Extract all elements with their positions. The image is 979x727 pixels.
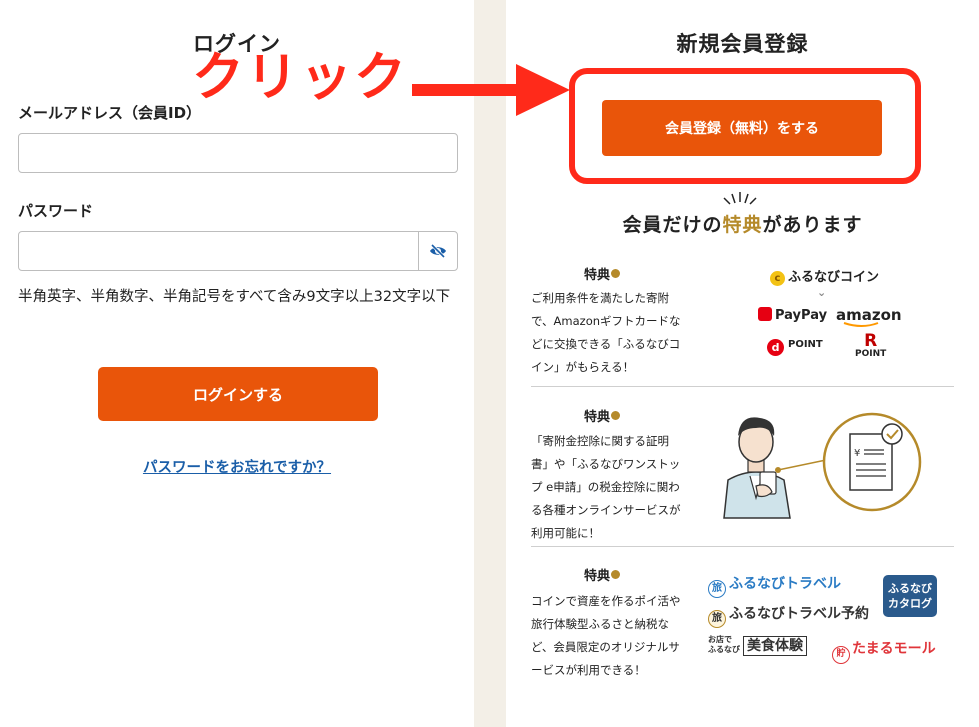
- yen-symbol: ¥: [854, 448, 860, 459]
- password-visibility-toggle[interactable]: [418, 232, 457, 270]
- benefit-number-badge: [611, 411, 621, 420]
- amazon-logo: amazon: [836, 306, 902, 327]
- paypay-text: PayPay: [775, 308, 828, 323]
- furunavi-travel-reserve-logo: 旅ふるなびトラベル予約: [708, 603, 869, 628]
- password-hint: 半角英字、半角数字、半角記号をすべて含み9文字以上32文字以下: [18, 289, 451, 305]
- benefit-3-title-text: 特典: [584, 569, 611, 584]
- forgot-password-link[interactable]: パスワードをお忘れですか？: [0, 456, 474, 477]
- sparkle-icon: [723, 192, 757, 205]
- email-input[interactable]: [18, 133, 458, 173]
- benefits-heading-highlight: 特典: [722, 214, 763, 236]
- dpoint-icon: d: [767, 339, 784, 356]
- coin-icon: c: [770, 271, 785, 286]
- benefit-1-title: 特典: [584, 264, 621, 283]
- tamaru-mall-logo: 貯たまるモール: [832, 638, 936, 664]
- arrow-right-icon: [412, 64, 570, 116]
- piggy-bank-icon: 貯: [832, 646, 850, 664]
- forgot-password-link-text[interactable]: パスワードをお忘れですか？: [143, 460, 331, 476]
- benefit-divider: [531, 386, 954, 387]
- furunavi-coin-text: ふるなびコイン: [788, 270, 880, 285]
- rakuten-point-text: POINT: [855, 349, 887, 359]
- online-service-illustration: ¥: [723, 412, 922, 519]
- paypay-icon: [758, 307, 772, 321]
- tamaru-mall-text: たまるモール: [852, 641, 936, 657]
- rakuten-point-logo: R POINT: [855, 331, 887, 360]
- benefit-1-description: ご利用条件を満たした寄附で、Amazonギフトカードなどに交換できる「ふるなびコ…: [531, 291, 681, 374]
- travel-icon: 旅: [708, 580, 726, 598]
- eye-slash-icon: [430, 244, 446, 258]
- benefit-1-title-text: 特典: [584, 268, 611, 283]
- email-label: メールアドレス（会員ID）: [18, 104, 202, 122]
- furunavi-travel-logo: 旅ふるなびトラベル: [708, 573, 841, 598]
- password-label: パスワード: [18, 202, 94, 220]
- benefits-heading: 会員だけの特典があります: [506, 210, 979, 237]
- furunavi-catalog-logo: ふるなび カタログ: [883, 575, 937, 617]
- benefit-2-description: 「寄附金控除に関する証明書」や「ふるなびワンストップ e申請」の税金控除に関わる…: [531, 434, 681, 540]
- benefit-3-description: コインで資産を作るポイ活や旅行体験型ふるさと納税など、会員限定のオリジナルサービ…: [531, 594, 681, 677]
- benefit-divider: [531, 546, 954, 547]
- benefit-number-badge: [611, 269, 621, 278]
- benefit-number-badge: [611, 570, 621, 579]
- dpoint-logo: d POINT: [767, 339, 823, 356]
- paypay-logo: PayPay: [758, 307, 827, 323]
- click-annotation-label: クリック: [192, 48, 409, 108]
- benefits-heading-prefix: 会員だけの: [622, 214, 723, 236]
- furunavi-travel-text: ふるなびトラベル: [729, 576, 841, 592]
- benefit-2-title: 特典: [584, 406, 621, 425]
- amazon-smile-icon: [843, 322, 879, 327]
- furunavi-travel-reserve-text: ふるなびトラベル予約: [729, 606, 869, 622]
- chevron-down-icon: ⌄: [817, 286, 827, 299]
- bishoku-taiken-logo: 美食体験: [743, 636, 807, 656]
- rakuten-r-icon: R: [864, 331, 878, 351]
- password-input[interactable]: [19, 232, 419, 270]
- dpoint-text: POINT: [788, 339, 823, 350]
- password-field: [18, 231, 458, 271]
- benefit-3-title: 特典: [584, 565, 621, 584]
- login-panel: ログイン メールアドレス（会員ID） パスワード 半角英字、半角数字、半角記号を…: [0, 0, 474, 727]
- omise-de-furunavi-text: お店で ふるなび: [708, 635, 740, 654]
- benefits-heading-suffix: があります: [762, 214, 863, 236]
- login-button[interactable]: ログインする: [98, 367, 378, 421]
- register-title: 新規会員登録: [676, 32, 809, 56]
- travel-reserve-icon: 旅: [708, 610, 726, 628]
- click-highlight-box: [569, 68, 921, 184]
- furunavi-coin-logo: c ふるなびコイン: [770, 266, 879, 286]
- benefit-2-title-text: 特典: [584, 410, 611, 425]
